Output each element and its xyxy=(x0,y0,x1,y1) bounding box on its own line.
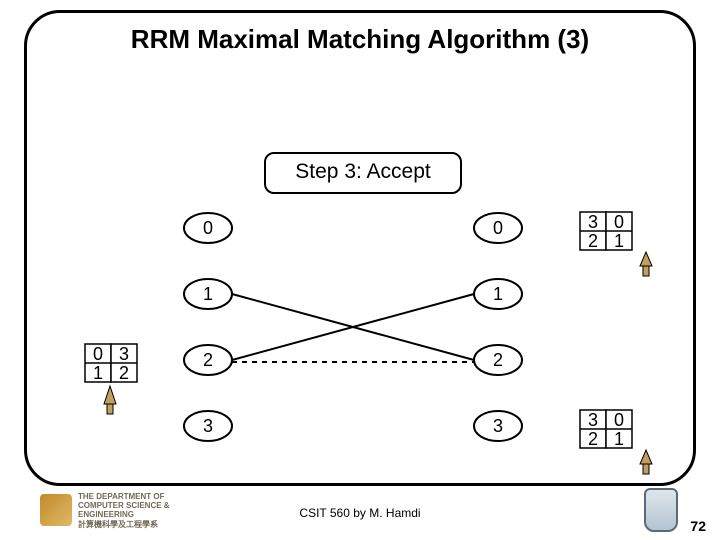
dept-line-3: ENGINEERING xyxy=(78,510,170,519)
dept-line-2: COMPUTER SCIENCE & xyxy=(78,501,170,510)
step-label-box: Step 3: Accept xyxy=(264,152,462,194)
page-number: 72 xyxy=(690,518,706,534)
dept-line-4: 計算機科學及工程學系 xyxy=(78,520,170,529)
slide-title: RRM Maximal Matching Algorithm (3) xyxy=(0,24,720,55)
slide-frame xyxy=(24,10,696,486)
dept-logo-badge-icon xyxy=(40,494,72,526)
dept-line-1: THE DEPARTMENT OF xyxy=(78,492,170,501)
dept-logo: THE DEPARTMENT OF COMPUTER SCIENCE & ENG… xyxy=(40,492,200,530)
university-crest-icon xyxy=(644,488,678,532)
